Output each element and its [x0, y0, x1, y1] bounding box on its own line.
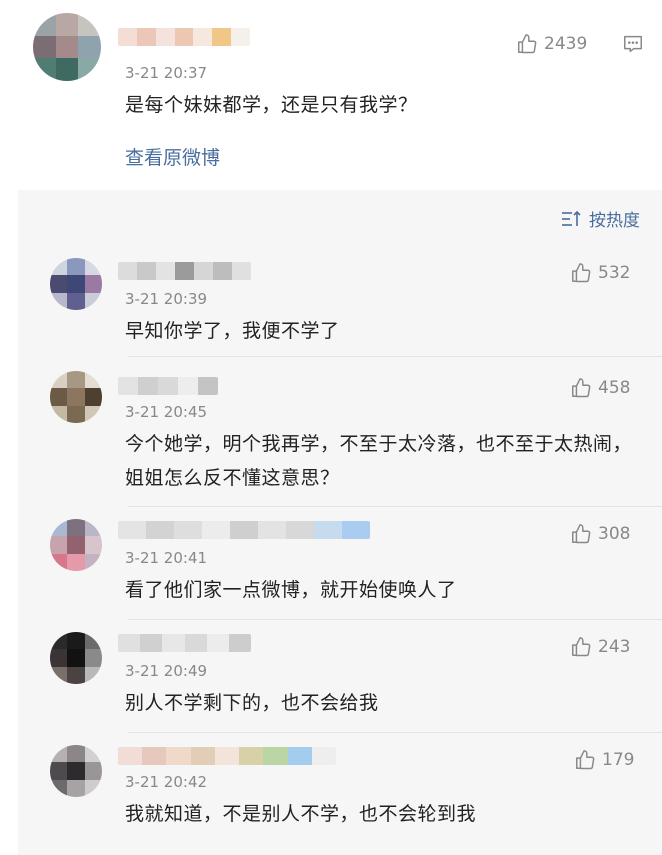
- avatar[interactable]: [50, 632, 102, 684]
- list-item: 3-21 20:39 532 早知你学了，我便不学了: [18, 242, 662, 357]
- avatar[interactable]: [50, 258, 102, 310]
- reply-time: 3-21 20:42: [125, 773, 208, 791]
- avatar[interactable]: [50, 745, 102, 797]
- list-item: 3-21 20:42 179 我就知道，不是别人不学，也不会轮到我: [18, 733, 662, 855]
- reply-text: 早知你学了，我便不学了: [125, 320, 340, 342]
- list-item: 3-21 20:45 458 今个她学，明个我再学，不至于太冷落，也不至于太热闹…: [18, 357, 662, 507]
- comment-time: 3-21 20:37: [125, 64, 208, 82]
- like-button[interactable]: 308: [570, 523, 630, 545]
- comment-icon: [624, 35, 642, 53]
- sort-label: 按热度: [589, 211, 640, 231]
- comment-text: 是每个妹妹都学，还是只有我学？: [125, 94, 418, 116]
- avatar[interactable]: [33, 13, 101, 81]
- reply-text: 看了他们家一点微博，就开始使唤人了: [125, 579, 457, 601]
- list-item: 3-21 20:49 243 别人不学剩下的，也不会给我: [18, 620, 662, 733]
- avatar[interactable]: [50, 371, 102, 423]
- reply-time: 3-21 20:49: [125, 662, 208, 680]
- sort-icon: [562, 210, 581, 226]
- reply-time: 3-21 20:41: [125, 549, 208, 567]
- like-button[interactable]: 243: [570, 636, 630, 658]
- like-count: 308: [598, 524, 631, 544]
- reply-text: 别人不学剩下的，也不会给我: [125, 692, 379, 714]
- like-button[interactable]: 179: [574, 749, 634, 771]
- username[interactable]: [118, 262, 251, 280]
- like-button[interactable]: 458: [570, 377, 630, 399]
- reply-button[interactable]: [622, 33, 650, 55]
- thumbs-up-icon: [572, 524, 591, 544]
- like-button[interactable]: 532: [570, 262, 630, 284]
- username[interactable]: [118, 377, 218, 395]
- reply-time: 3-21 20:45: [125, 403, 208, 421]
- reply-time: 3-21 20:39: [125, 290, 208, 308]
- list-item: 3-21 20:41 308 看了他们家一点微博，就开始使唤人了: [18, 507, 662, 620]
- username[interactable]: [118, 28, 250, 46]
- username[interactable]: [118, 747, 336, 765]
- thumbs-up-icon: [572, 637, 591, 657]
- thumbs-up-icon: [572, 378, 591, 398]
- thumbs-up-icon: [518, 34, 537, 54]
- avatar[interactable]: [50, 519, 102, 571]
- view-original-link[interactable]: 查看原微博: [125, 143, 220, 170]
- like-count: 458: [598, 378, 631, 398]
- like-count: 532: [598, 263, 631, 283]
- like-button[interactable]: 2439: [516, 33, 587, 55]
- like-count: 2439: [544, 34, 588, 54]
- like-count: 179: [602, 750, 635, 770]
- reply-text: 我就知道，不是别人不学，也不会轮到我: [125, 803, 477, 825]
- username[interactable]: [118, 521, 370, 539]
- username[interactable]: [118, 634, 251, 652]
- main-comment: 3-21 20:37 2439 是每个妹妹都学，还是只有我学？ 查看原微博: [0, 0, 662, 190]
- reply-text: 今个她学，明个我再学，不至于太冷落，也不至于太热闹，姐姐怎么反不懂这意思？: [125, 433, 633, 489]
- thumbs-up-icon: [576, 750, 595, 770]
- thumbs-up-icon: [572, 263, 591, 283]
- like-count: 243: [598, 637, 631, 657]
- reply-list: 按热度 3-21 20:39 532 早知你学了，我便不学了 3-21 20:4…: [18, 190, 662, 855]
- sort-button[interactable]: 按热度: [561, 206, 640, 231]
